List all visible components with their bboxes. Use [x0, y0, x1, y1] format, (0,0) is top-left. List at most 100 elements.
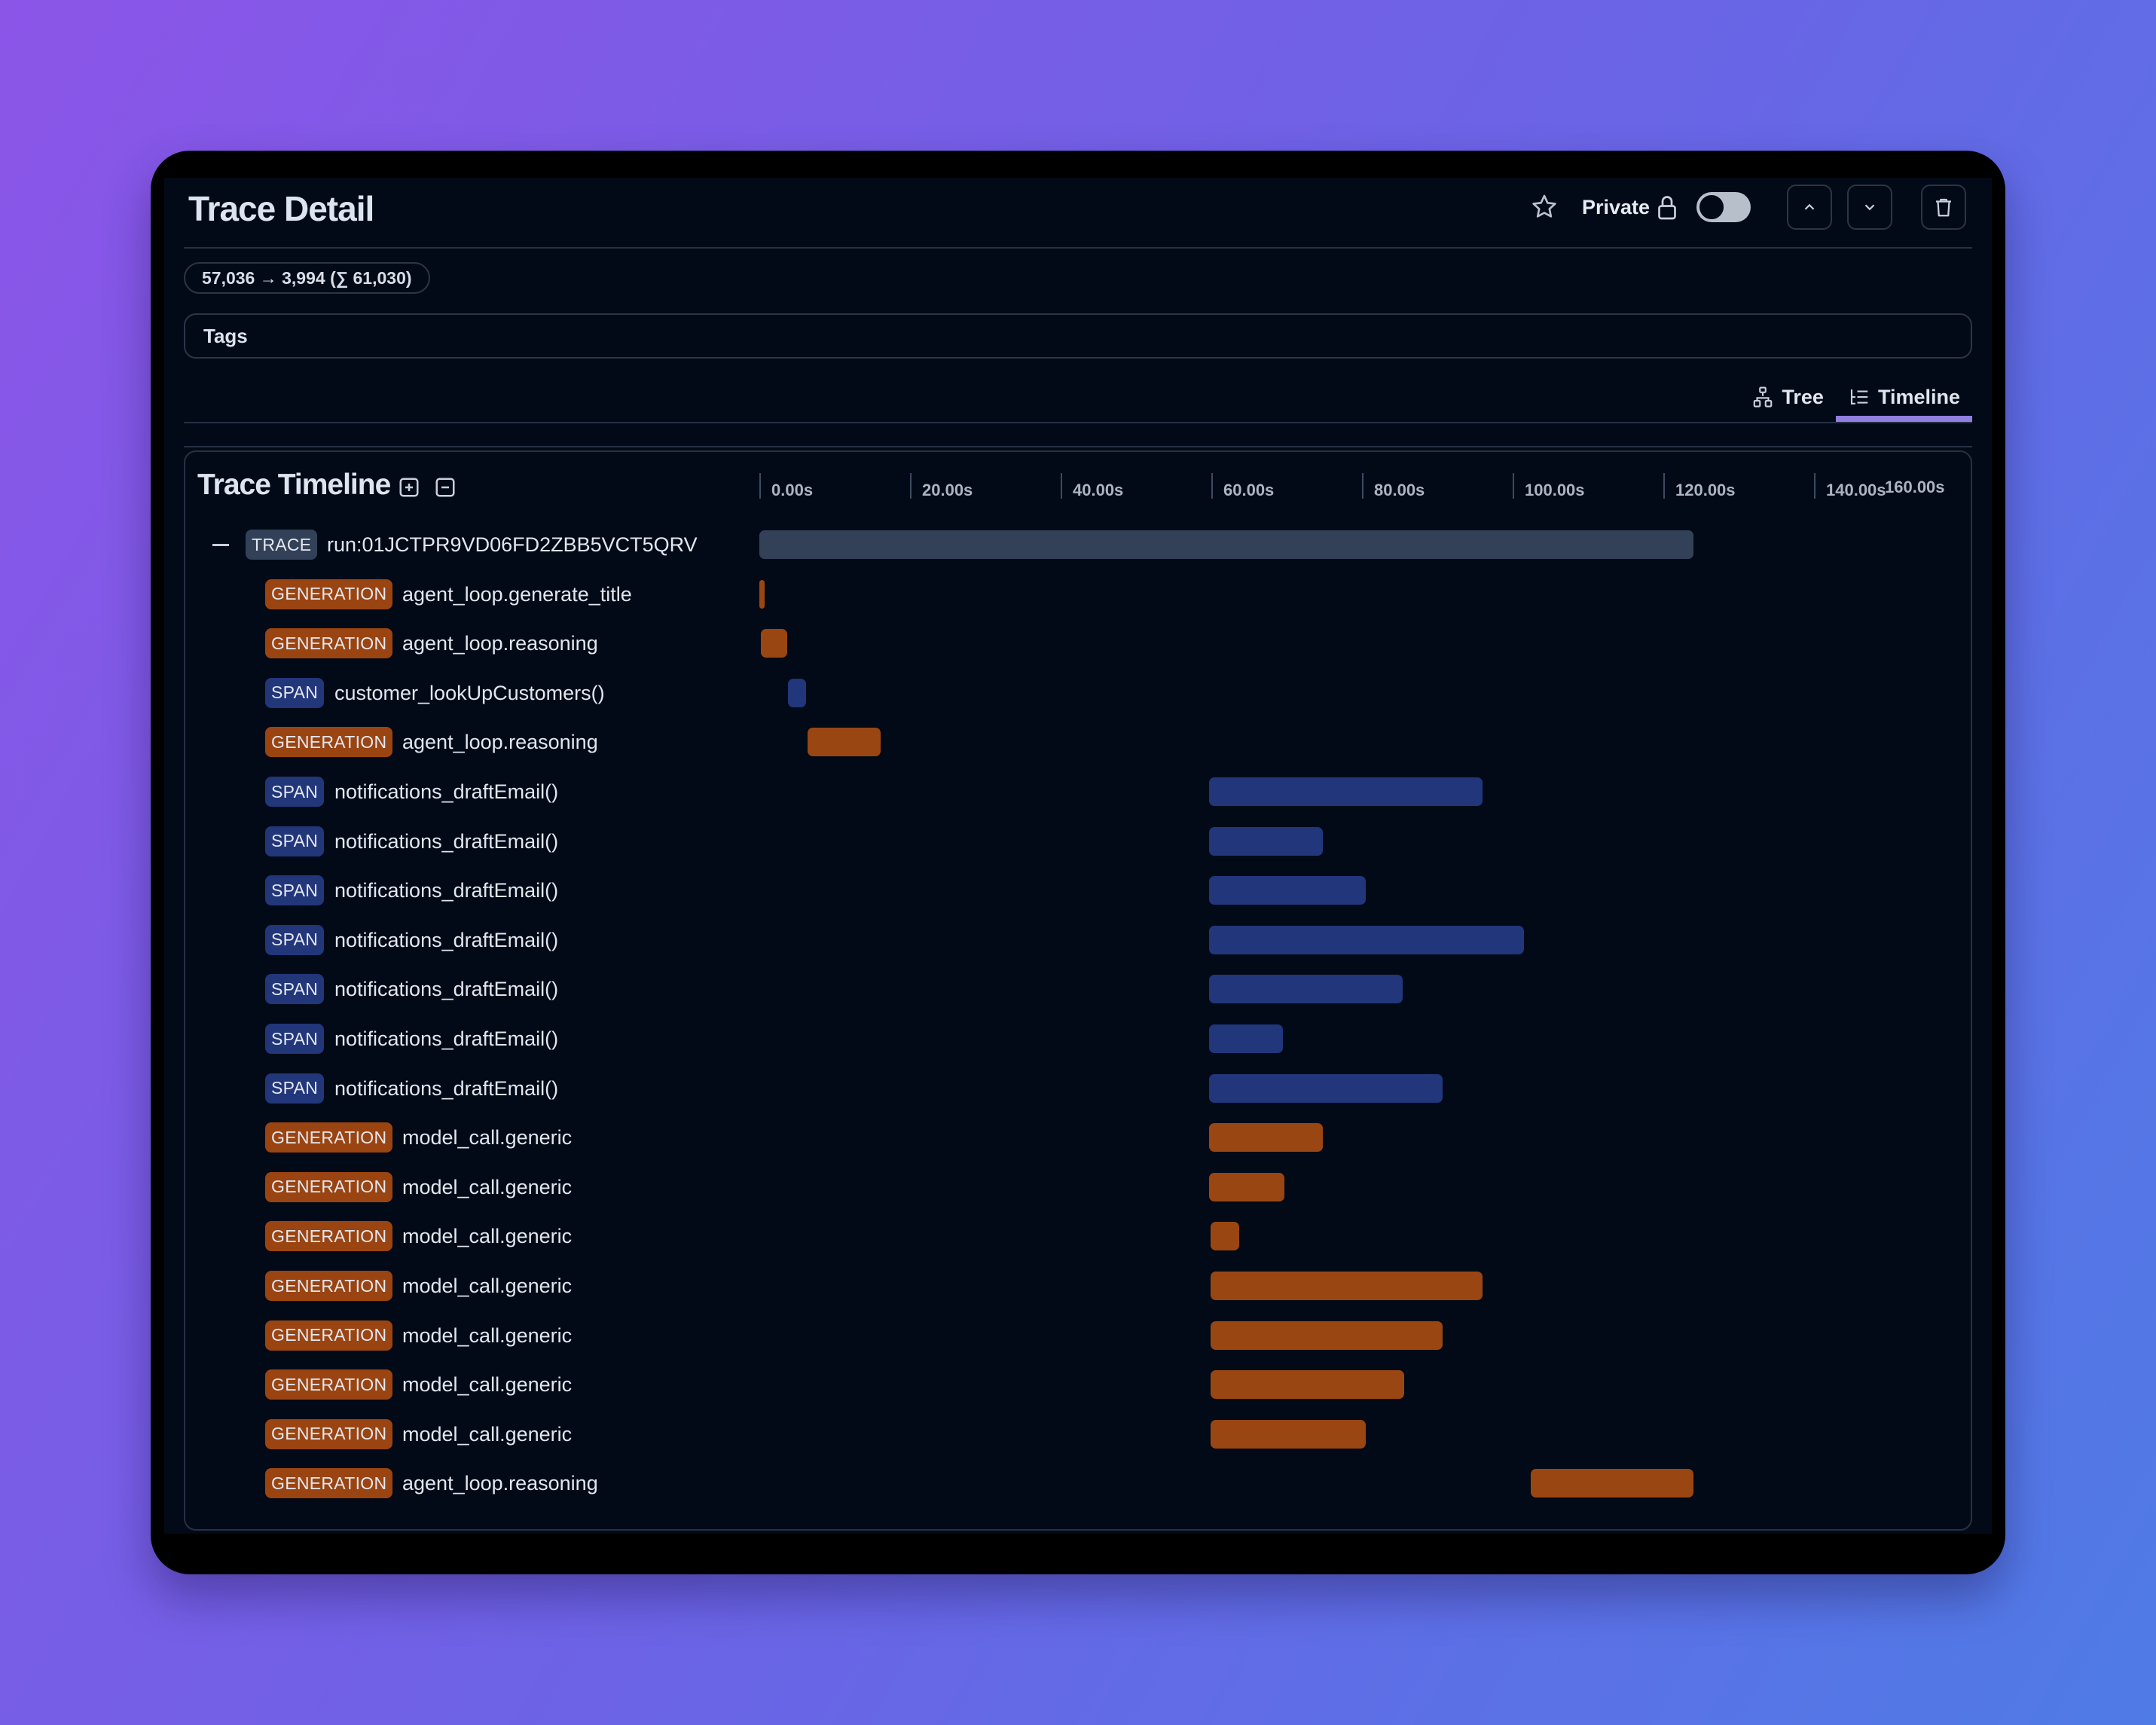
- span-type-badge: SPAN: [265, 826, 325, 856]
- timeline-row[interactable]: SPAN notifications_draftEmail(): [185, 767, 1971, 817]
- span-duration-bar[interactable]: [1209, 826, 1323, 856]
- tree-icon: [1754, 386, 1773, 408]
- axis-tick-label: 80.00s: [1374, 481, 1425, 499]
- tabs-divider: [184, 422, 1972, 423]
- timeline-row[interactable]: SPAN notifications_draftEmail(): [185, 866, 1971, 915]
- span-duration-bar[interactable]: [1209, 777, 1483, 806]
- timeline-row[interactable]: GENERATION model_call.generic: [185, 1162, 1971, 1212]
- collapse-icon[interactable]: [212, 544, 229, 546]
- axis-tick-label: 140.00s: [1826, 481, 1886, 499]
- generation-type-badge: GENERATION: [265, 628, 393, 659]
- row-name: model_call.generic: [402, 1422, 573, 1446]
- timeline-row[interactable]: SPAN notifications_draftEmail(): [185, 1064, 1971, 1113]
- timeline-row[interactable]: GENERATION agent_loop.reasoning: [185, 1458, 1971, 1508]
- generation-type-badge: GENERATION: [265, 1468, 393, 1499]
- row-name: notifications_draftEmail(): [334, 978, 559, 1001]
- token-usage-badge: 57,036 → 3,994 (∑ 61,030): [184, 262, 430, 294]
- timeline-row[interactable]: GENERATION model_call.generic: [185, 1261, 1971, 1311]
- timeline-row[interactable]: GENERATION model_call.generic: [185, 1113, 1971, 1162]
- tab-timeline[interactable]: Timeline: [1835, 372, 1973, 422]
- timeline-row[interactable]: GENERATION agent_loop.generate_title: [185, 569, 1971, 619]
- span-type-badge: SPAN: [265, 875, 325, 906]
- generation-type-badge: GENERATION: [265, 1122, 393, 1153]
- toggle-knob: [1698, 194, 1725, 221]
- span-duration-bar[interactable]: [1209, 925, 1524, 954]
- timeline-icon: [1850, 389, 1868, 405]
- generation-duration-bar[interactable]: [1211, 1370, 1404, 1400]
- tags-label: Tags: [203, 324, 248, 347]
- timeline-row[interactable]: GENERATION model_call.generic: [185, 1311, 1971, 1360]
- generation-duration-bar[interactable]: [1209, 1123, 1323, 1153]
- chevron-up-icon: [1804, 203, 1815, 210]
- next-trace-button[interactable]: [1847, 185, 1892, 230]
- timeline-row[interactable]: GENERATION model_call.generic: [185, 1409, 1971, 1459]
- generation-type-badge: GENERATION: [265, 1369, 393, 1400]
- generation-type-badge: GENERATION: [265, 1271, 393, 1301]
- tab-tree[interactable]: Tree: [1739, 372, 1836, 422]
- row-name: notifications_draftEmail(): [334, 928, 559, 951]
- row-name: agent_loop.generate_title: [402, 582, 632, 606]
- span-duration-bar[interactable]: [1209, 1024, 1283, 1053]
- timeline-row[interactable]: SPAN notifications_draftEmail(): [185, 817, 1971, 866]
- trace-duration-bar[interactable]: [759, 530, 1693, 559]
- row-name: notifications_draftEmail(): [334, 879, 559, 902]
- row-name: notifications_draftEmail(): [334, 780, 559, 803]
- span-duration-bar[interactable]: [788, 678, 806, 707]
- timeline-row[interactable]: SPAN notifications_draftEmail(): [185, 1014, 1971, 1064]
- span-duration-bar[interactable]: [1209, 1073, 1443, 1103]
- tab-tree-label: Tree: [1782, 385, 1824, 408]
- axis-tick: [910, 473, 912, 499]
- generation-duration-bar[interactable]: [1211, 1419, 1366, 1449]
- span-duration-bar[interactable]: [1209, 975, 1403, 1004]
- span-duration-bar[interactable]: [1209, 876, 1366, 905]
- generation-duration-bar[interactable]: [808, 728, 881, 757]
- trash-icon: [1936, 198, 1951, 217]
- tags-field[interactable]: Tags: [184, 313, 1972, 359]
- timeline-row[interactable]: GENERATION model_call.generic: [185, 1360, 1971, 1409]
- generation-duration-bar[interactable]: [759, 579, 765, 609]
- row-name: model_call.generic: [402, 1175, 573, 1198]
- row-name: model_call.generic: [402, 1225, 573, 1248]
- star-icon[interactable]: [1529, 192, 1559, 222]
- private-label: Private: [1581, 195, 1650, 218]
- row-name: model_call.generic: [402, 1126, 573, 1149]
- generation-duration-bar[interactable]: [1209, 1172, 1284, 1201]
- timeline-row[interactable]: SPAN notifications_draftEmail(): [185, 915, 1971, 965]
- row-name: notifications_draftEmail(): [334, 1027, 559, 1050]
- axis-tick-label: 0.00s: [771, 481, 814, 499]
- generation-duration-bar[interactable]: [1531, 1469, 1693, 1498]
- span-type-badge: SPAN: [265, 1073, 325, 1104]
- axis-tick-label: 100.00s: [1525, 481, 1585, 499]
- header-divider: [184, 247, 1972, 249]
- generation-duration-bar[interactable]: [761, 629, 787, 658]
- private-toggle[interactable]: [1696, 192, 1751, 222]
- timeline-row[interactable]: GENERATION agent_loop.reasoning: [185, 618, 1971, 668]
- timeline-row[interactable]: SPAN customer_lookUpCustomers(): [185, 668, 1971, 718]
- axis-tick: [1814, 473, 1815, 499]
- generation-duration-bar[interactable]: [1211, 1222, 1239, 1251]
- view-tabs: Tree Timeline: [1739, 372, 1973, 422]
- timeline-row[interactable]: GENERATION model_call.generic: [185, 1211, 1971, 1261]
- row-name: agent_loop.reasoning: [402, 632, 598, 655]
- trace-row[interactable]: TRACE run:01JCTPR9VD06FD2ZBB5VCT5QRV: [185, 520, 1971, 569]
- generation-duration-bar[interactable]: [1211, 1272, 1483, 1300]
- axis-tick-label: 120.00s: [1675, 481, 1736, 499]
- trace-detail-screen: Trace Detail Private 57,036 → 3,994 (∑ 6…: [164, 178, 1992, 1534]
- row-name: agent_loop.reasoning: [402, 1472, 598, 1495]
- timeline-row[interactable]: SPAN notifications_draftEmail(): [185, 964, 1971, 1014]
- previous-trace-button[interactable]: [1787, 185, 1832, 230]
- time-axis: 0.00s 20.00s 40.00s 60.00s 80.00s 100.00s 120.…: [185, 452, 1971, 512]
- timeline-row[interactable]: GENERATION agent_loop.reasoning: [185, 717, 1971, 767]
- delete-trace-button[interactable]: [1921, 185, 1966, 230]
- row-name: model_call.generic: [402, 1275, 573, 1297]
- axis-tick-label: 160.00s: [1885, 478, 1945, 496]
- generation-type-badge: GENERATION: [265, 579, 393, 609]
- generation-type-badge: GENERATION: [265, 727, 393, 758]
- axis-tick: [1663, 473, 1665, 499]
- span-type-badge: SPAN: [265, 777, 325, 807]
- generation-duration-bar[interactable]: [1211, 1320, 1443, 1350]
- axis-tick-label: 20.00s: [922, 481, 973, 499]
- generation-type-badge: GENERATION: [265, 1171, 393, 1202]
- row-name: notifications_draftEmail(): [334, 829, 559, 853]
- span-type-badge: SPAN: [265, 974, 325, 1005]
